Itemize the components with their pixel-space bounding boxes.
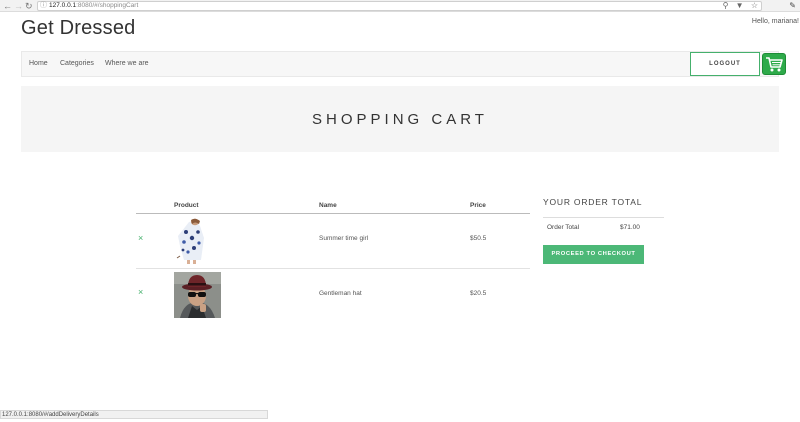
url-host: 127.0.0.1 xyxy=(49,2,77,9)
brand-logo[interactable]: Get Dressed xyxy=(21,17,135,40)
star-icon[interactable]: ☆ xyxy=(751,1,758,10)
nav-item-categories[interactable]: Categories xyxy=(60,60,94,67)
item-name[interactable]: Gentleman hat xyxy=(319,290,362,297)
column-header-name: Name xyxy=(319,202,337,209)
order-total-label: Order Total xyxy=(547,224,580,231)
shopping-cart-icon xyxy=(766,57,783,72)
column-header-product: Product xyxy=(174,202,199,209)
address-bar-icons: ⚲ ▼ ☆ xyxy=(718,1,758,10)
product-image-summer-time-girl[interactable] xyxy=(174,218,221,264)
logout-button[interactable]: LOGOUT xyxy=(690,52,760,76)
remove-item-button[interactable]: × xyxy=(138,287,143,297)
address-bar[interactable]: ⓘ 127.0.0.1:8080/#/shoppingCart xyxy=(37,1,762,11)
forward-icon[interactable]: → xyxy=(14,1,23,11)
item-price: $50.5 xyxy=(470,235,487,242)
url-path: :8080/#/shoppingCart xyxy=(76,2,139,9)
product-image-gentleman-hat[interactable] xyxy=(174,272,221,318)
user-greeting: Hello, mariana! xyxy=(751,18,799,25)
main-navbar: Home Categories Where we are xyxy=(21,51,779,77)
order-total-heading: YOUR ORDER TOTAL xyxy=(543,197,643,207)
table-row: × Gentleman hat $20.5 xyxy=(136,269,530,321)
browser-toolbar: ← → ↻ ⓘ 127.0.0.1:8080/#/shoppingCart ⚲ … xyxy=(0,0,800,12)
shield-icon[interactable]: ▼ xyxy=(736,1,744,10)
reload-icon[interactable]: ↻ xyxy=(25,1,33,11)
page-info-icon[interactable]: ⓘ xyxy=(40,2,47,10)
nav-item-where-we-are[interactable]: Where we are xyxy=(105,60,149,67)
browser-status-bar: 127.0.0.1:8080/#/addDeliveryDetails xyxy=(0,410,268,419)
page-title: SHOPPING CART xyxy=(312,111,488,128)
column-header-price: Price xyxy=(470,202,486,209)
zoom-icon[interactable]: ⚲ xyxy=(723,1,729,10)
cart-button[interactable] xyxy=(762,53,786,75)
order-total-value: $71.00 xyxy=(620,224,640,231)
extension-icon[interactable]: ✎ xyxy=(789,1,796,10)
item-price: $20.5 xyxy=(470,290,487,297)
page-title-banner: SHOPPING CART xyxy=(21,86,779,152)
order-divider xyxy=(543,217,664,218)
table-row: × Summer time girl $50.5 xyxy=(136,214,530,268)
nav-item-home[interactable]: Home xyxy=(29,60,48,67)
item-name[interactable]: Summer time girl xyxy=(319,235,368,242)
proceed-to-checkout-button[interactable]: PROCEED TO CHECKOUT xyxy=(543,245,644,264)
remove-item-button[interactable]: × xyxy=(138,233,143,243)
back-icon[interactable]: ← xyxy=(3,1,12,11)
